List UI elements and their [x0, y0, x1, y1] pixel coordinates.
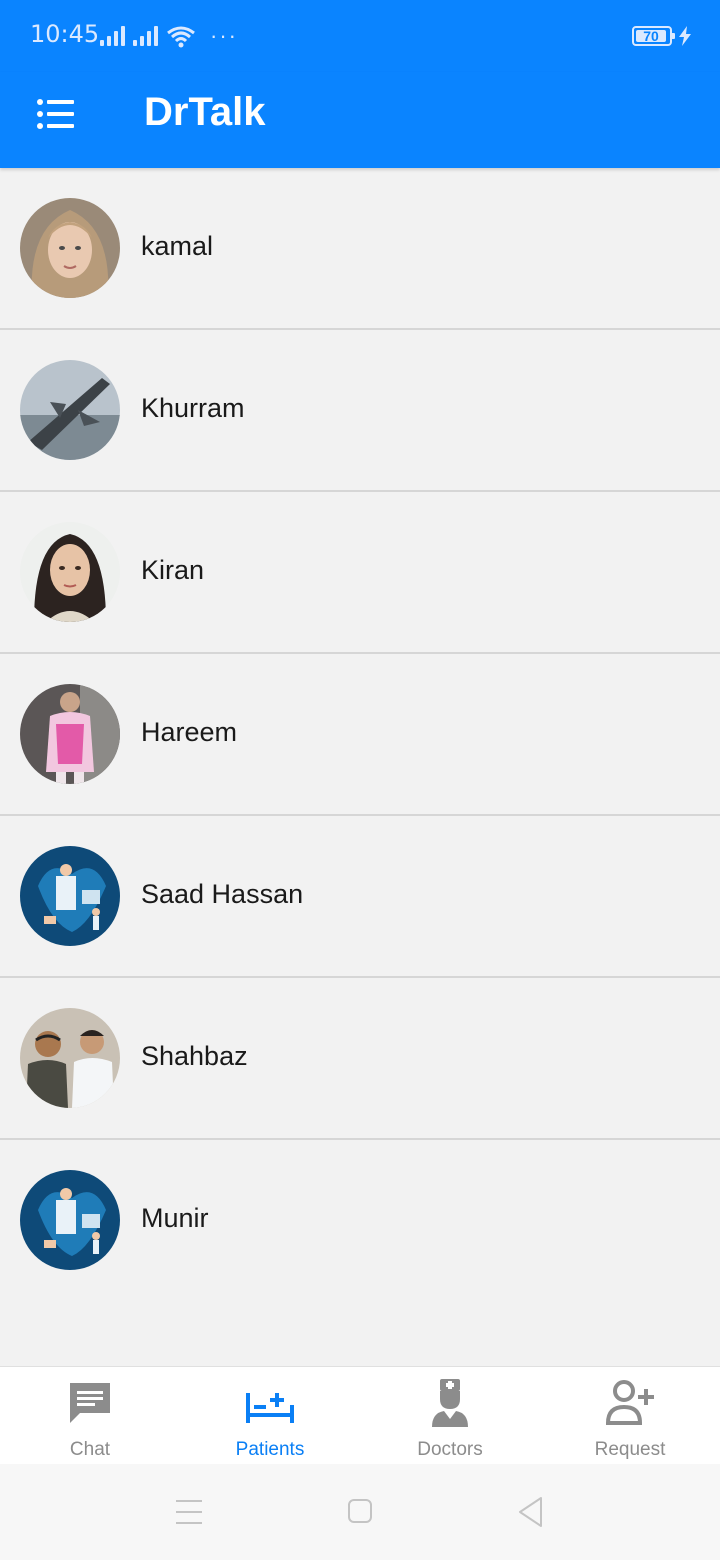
chat-icon — [70, 1383, 110, 1423]
tab-label: Chat — [69, 1439, 111, 1460]
patient-name: Hareem — [141, 717, 238, 747]
tab-chat[interactable]: Chat — [0, 1367, 180, 1465]
battery-icon: 70 — [632, 26, 675, 46]
menu-icon[interactable] — [36, 96, 76, 132]
avatar — [20, 1170, 120, 1270]
add-person-icon — [606, 1380, 654, 1425]
list-item[interactable]: Khurram — [0, 330, 720, 492]
battery-level: 70 — [643, 28, 659, 44]
patient-name: Saad Hassan — [141, 879, 304, 909]
list-item[interactable]: Munir — [0, 1140, 720, 1302]
tab-label: Patients — [235, 1439, 305, 1460]
avatar — [20, 522, 120, 622]
tab-patients[interactable]: Patients — [180, 1367, 360, 1465]
avatar — [20, 684, 120, 784]
signal-1-icon — [100, 26, 125, 46]
list-item[interactable]: Shahbaz — [0, 978, 720, 1140]
more-dots-icon: ··· — [210, 23, 238, 48]
list-item[interactable]: kamal — [0, 168, 720, 330]
status-bar: 10:45 ··· 70 — [0, 0, 720, 72]
app-bar: DrTalk — [0, 72, 720, 168]
charging-bolt-icon — [679, 26, 691, 46]
status-time: 10:45 — [30, 20, 100, 48]
status-icons: ··· — [100, 24, 238, 48]
patient-name: Shahbaz — [141, 1041, 248, 1071]
patient-name: kamal — [141, 231, 214, 261]
page-title: DrTalk — [144, 90, 266, 134]
hospital-bed-icon — [246, 1393, 294, 1423]
avatar — [20, 846, 120, 946]
signal-2-icon — [133, 26, 158, 46]
patient-name: Munir — [141, 1203, 209, 1233]
wifi-icon — [167, 26, 195, 48]
recents-icon[interactable] — [174, 1494, 214, 1530]
list-item[interactable]: Saad Hassan — [0, 816, 720, 978]
tab-label: Doctors — [417, 1439, 483, 1460]
list-item[interactable]: Hareem — [0, 654, 720, 816]
home-icon[interactable] — [346, 1494, 386, 1530]
avatar — [20, 1008, 120, 1108]
avatar — [20, 360, 120, 460]
doctor-icon — [432, 1379, 468, 1427]
tab-label: Request — [594, 1439, 666, 1460]
patient-list: kamal Khurram Kiran Hareem Saad Hassan S… — [0, 168, 720, 1302]
back-icon[interactable] — [516, 1494, 556, 1530]
bottom-nav: Chat Patients Doctors Request — [0, 1366, 720, 1464]
avatar — [20, 198, 120, 298]
tab-doctors[interactable]: Doctors — [360, 1367, 540, 1465]
patient-name: Khurram — [141, 393, 245, 423]
system-nav-bar — [0, 1464, 720, 1560]
tab-request[interactable]: Request — [540, 1367, 720, 1465]
list-item[interactable]: Kiran — [0, 492, 720, 654]
patient-name: Kiran — [141, 555, 205, 585]
